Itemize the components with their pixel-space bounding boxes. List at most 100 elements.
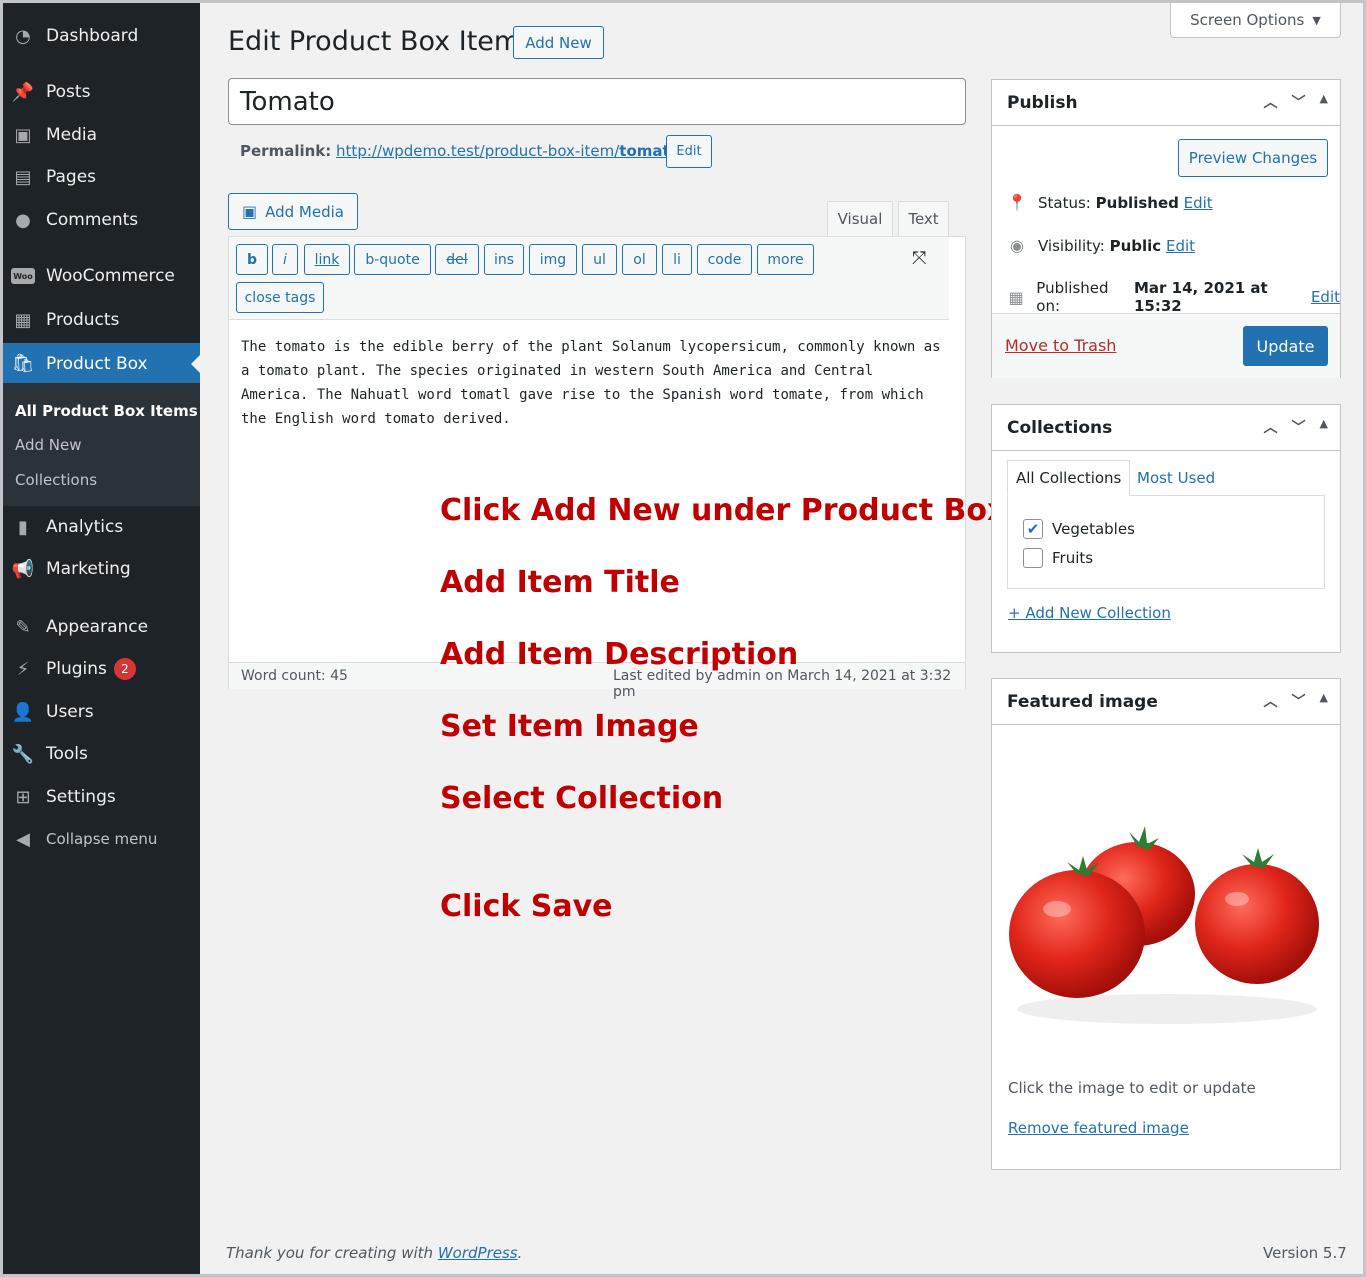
annotation-step-6: Click Save bbox=[440, 889, 613, 924]
chevron-down-icon[interactable]: ﹀ bbox=[1292, 92, 1306, 112]
checkbox-checked-icon[interactable]: ✔ bbox=[1023, 519, 1043, 539]
qt-img-button[interactable]: img bbox=[529, 244, 577, 275]
chevron-down-icon[interactable]: ﹀ bbox=[1292, 691, 1306, 711]
permalink-row: Permalink: http://wpdemo.test/product-bo… bbox=[240, 142, 685, 160]
screen-options-button[interactable]: Screen Options ▼ bbox=[1170, 3, 1341, 38]
permalink-url[interactable]: http://wpdemo.test/product-box-item/toma… bbox=[336, 142, 685, 160]
menu-plugins[interactable]: ⚡ Plugins 2 bbox=[3, 649, 200, 689]
move-to-trash-link[interactable]: Move to Trash bbox=[1005, 336, 1116, 355]
admin-sidebar: ◔ Dashboard 📌 Posts ▣ Media ▤ Pages ● Co… bbox=[3, 3, 200, 1274]
menu-dashboard[interactable]: ◔ Dashboard bbox=[3, 16, 200, 56]
woo-logo: Woo bbox=[11, 268, 35, 284]
wordpress-link[interactable]: WordPress bbox=[438, 1244, 518, 1262]
menu-woocommerce[interactable]: Woo WooCommerce bbox=[3, 256, 200, 296]
qt-link-button[interactable]: link bbox=[304, 244, 350, 275]
menu-label: Tools bbox=[46, 744, 88, 764]
megaphone-icon: 📢 bbox=[11, 558, 35, 580]
page-title: Edit Product Box Item bbox=[228, 26, 521, 57]
menu-posts[interactable]: 📌 Posts bbox=[3, 72, 200, 112]
add-media-label: Add Media bbox=[265, 202, 344, 221]
preview-changes-button[interactable]: Preview Changes bbox=[1178, 139, 1328, 177]
collapse-menu[interactable]: ◀ Collapse menu bbox=[3, 819, 200, 859]
add-new-button[interactable]: Add New bbox=[513, 26, 604, 59]
collections-title: Collections bbox=[1007, 417, 1113, 438]
publish-actions: Move to Trash Update bbox=[992, 313, 1340, 378]
menu-appearance[interactable]: ✎ Appearance bbox=[3, 607, 200, 647]
permalink-edit-button[interactable]: Edit bbox=[666, 135, 712, 168]
annotation-step-5: Select Collection bbox=[440, 781, 724, 816]
collections-box: Collections ︿ ﹀ ▲ All Collections Most U… bbox=[991, 404, 1341, 653]
qt-ins-button[interactable]: ins bbox=[484, 244, 524, 275]
status-edit-link[interactable]: Edit bbox=[1184, 194, 1213, 212]
dashboard-icon: ◔ bbox=[15, 25, 31, 47]
chevron-up-icon[interactable]: ︿ bbox=[1264, 691, 1278, 711]
tab-most-used[interactable]: Most Used bbox=[1129, 460, 1223, 496]
publish-box: Publish ︿ ﹀ ▲ Preview Changes 📍 Status: … bbox=[991, 79, 1341, 378]
qt-li-button[interactable]: li bbox=[662, 244, 692, 275]
submenu-add-new[interactable]: Add New bbox=[15, 436, 82, 454]
chevron-down-icon[interactable]: ﹀ bbox=[1292, 417, 1306, 437]
collections-box-header: Collections ︿ ﹀ ▲ bbox=[992, 405, 1340, 451]
menu-pages[interactable]: ▤ Pages bbox=[3, 157, 200, 197]
checkbox-unchecked-icon[interactable] bbox=[1023, 548, 1043, 568]
calendar-icon: ▦ bbox=[1008, 287, 1024, 307]
published-label: Published on: bbox=[1036, 279, 1109, 315]
add-new-collection-link[interactable]: + Add New Collection bbox=[1008, 604, 1171, 622]
visibility-edit-link[interactable]: Edit bbox=[1166, 237, 1195, 255]
toggle-panel-icon[interactable]: ▲ bbox=[1320, 417, 1328, 437]
toggle-panel-icon[interactable]: ▲ bbox=[1320, 92, 1328, 112]
fullscreen-icon[interactable]: ⤧ bbox=[912, 248, 926, 269]
visibility-row: ◉ Visibility: Public Edit bbox=[1006, 236, 1195, 255]
menu-analytics[interactable]: ▮ Analytics bbox=[3, 507, 200, 547]
qt-bquote-button[interactable]: b-quote bbox=[354, 244, 431, 275]
submenu-collections[interactable]: Collections bbox=[15, 471, 97, 489]
qt-italic-button[interactable]: i bbox=[272, 244, 298, 275]
collapse-icon: ◀ bbox=[16, 828, 30, 850]
post-title-input[interactable]: Tomato bbox=[228, 78, 966, 125]
qt-code-button[interactable]: code bbox=[697, 244, 752, 275]
toggle-panel-icon[interactable]: ▲ bbox=[1320, 691, 1328, 711]
menu-product-box[interactable]: 🛍 Product Box bbox=[3, 343, 200, 384]
tab-text[interactable]: Text bbox=[898, 201, 949, 237]
collection-fruits[interactable]: Fruits bbox=[1023, 548, 1093, 568]
tab-all-collections[interactable]: All Collections bbox=[1007, 460, 1131, 496]
qt-ul-button[interactable]: ul bbox=[582, 244, 617, 275]
qt-ol-button[interactable]: ol bbox=[622, 244, 657, 275]
qt-more-button[interactable]: more bbox=[757, 244, 814, 275]
visibility-value: Public bbox=[1109, 236, 1162, 255]
update-button[interactable]: Update bbox=[1243, 326, 1328, 366]
publish-title: Publish bbox=[1007, 92, 1078, 113]
menu-tools[interactable]: 🔧 Tools bbox=[3, 734, 200, 774]
add-media-button[interactable]: ▣ Add Media bbox=[228, 193, 358, 230]
qt-del-button[interactable]: del bbox=[435, 244, 479, 275]
plugins-update-badge: 2 bbox=[113, 658, 136, 680]
menu-label: Products bbox=[46, 310, 120, 330]
chevron-up-icon[interactable]: ︿ bbox=[1264, 92, 1278, 112]
menu-users[interactable]: 👤 Users bbox=[3, 692, 200, 732]
word-count: Word count: 45 bbox=[241, 668, 348, 684]
qt-bold-button[interactable]: b bbox=[236, 244, 268, 275]
menu-settings[interactable]: ⊞ Settings bbox=[3, 777, 200, 817]
menu-media[interactable]: ▣ Media bbox=[3, 115, 200, 155]
published-value: Mar 14, 2021 at 15:32 bbox=[1133, 279, 1268, 315]
pin-icon: 📌 bbox=[11, 81, 35, 103]
editor-content[interactable]: The tomato is the edible berry of the pl… bbox=[241, 335, 941, 431]
menu-label: WooCommerce bbox=[46, 266, 175, 286]
comments-icon: ● bbox=[15, 209, 31, 231]
tomatoes-image[interactable] bbox=[1007, 784, 1327, 1034]
menu-products[interactable]: ▦ Products bbox=[3, 300, 200, 340]
published-edit-link[interactable]: Edit bbox=[1311, 288, 1340, 306]
annotation-step-2: Add Item Title bbox=[440, 565, 680, 600]
menu-marketing[interactable]: 📢 Marketing bbox=[3, 549, 200, 589]
tab-visual[interactable]: Visual bbox=[827, 201, 893, 237]
menu-label: Settings bbox=[46, 787, 116, 807]
collection-vegetables[interactable]: ✔ Vegetables bbox=[1023, 519, 1135, 539]
menu-label: Appearance bbox=[46, 617, 149, 637]
submenu-all-items[interactable]: All Product Box Items bbox=[15, 402, 198, 420]
featured-image-box-header: Featured image ︿ ﹀ ▲ bbox=[992, 679, 1340, 725]
chevron-up-icon[interactable]: ︿ bbox=[1264, 417, 1278, 437]
remove-featured-image-link[interactable]: Remove featured image bbox=[1008, 1119, 1189, 1137]
qt-close-tags-button[interactable]: close tags bbox=[236, 282, 324, 313]
menu-label: Analytics bbox=[46, 517, 124, 537]
menu-comments[interactable]: ● Comments bbox=[3, 200, 200, 240]
